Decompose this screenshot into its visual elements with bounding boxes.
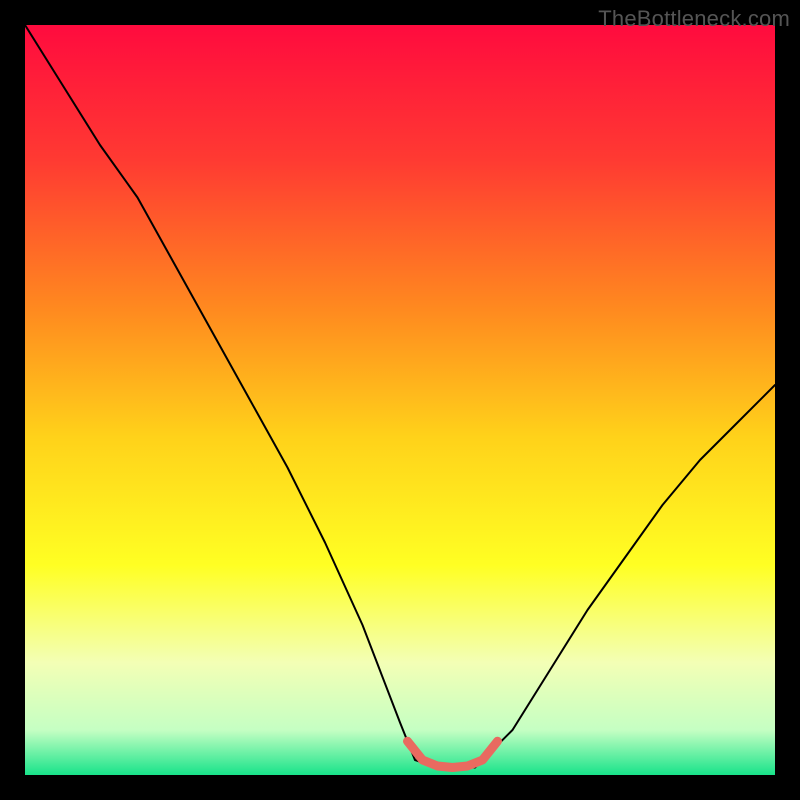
chart-frame: TheBottleneck.com xyxy=(0,0,800,800)
watermark-label: TheBottleneck.com xyxy=(598,6,790,32)
gradient-background xyxy=(25,25,775,775)
bottleneck-chart xyxy=(25,25,775,775)
plot-area xyxy=(25,25,775,775)
